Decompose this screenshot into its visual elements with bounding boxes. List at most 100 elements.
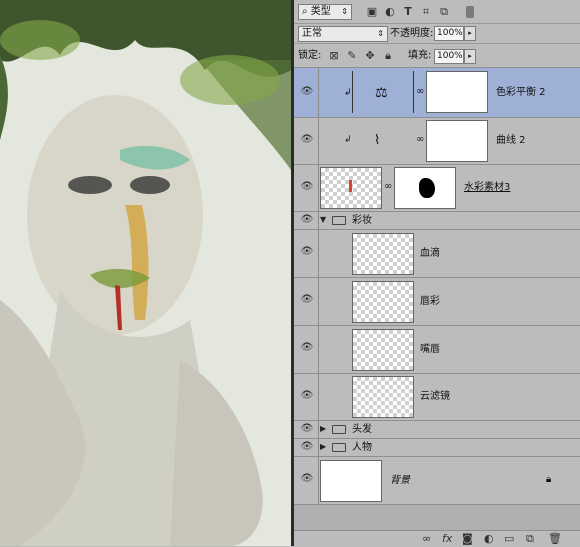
folder-icon <box>332 425 346 434</box>
layer-row-watercolor[interactable]: 👁︎ ∞ 水彩素材3 <box>294 165 580 212</box>
layer-name[interactable]: 彩妆 <box>352 215 372 227</box>
layer-row-lips[interactable]: 👁︎ 嘴唇 <box>294 326 580 374</box>
blend-mode-select[interactable]: 正常 ⇕ <box>298 26 388 42</box>
eye-icon[interactable]: 👁︎ <box>300 86 314 97</box>
divider <box>318 278 319 325</box>
layer-name[interactable]: 血滴 <box>420 248 440 260</box>
divider <box>318 374 319 420</box>
document-canvas[interactable] <box>0 0 291 546</box>
lock-label: 锁定: <box>298 50 322 61</box>
balance-icon: ⚖ <box>375 85 388 101</box>
divider <box>318 439 319 456</box>
eye-icon[interactable]: 👁︎ <box>300 342 314 353</box>
chevron-right-icon[interactable]: ▶ <box>320 442 326 451</box>
blend-mode-value: 正常 <box>302 28 322 39</box>
lock-all-icon[interactable]: 🔒︎ <box>382 50 394 62</box>
new-group-icon[interactable]: ▭ <box>504 532 514 545</box>
eye-icon[interactable]: 👁︎ <box>300 390 314 401</box>
eye-icon[interactable]: 👁︎ <box>300 214 314 225</box>
divider <box>318 118 319 164</box>
group-row-hair[interactable]: 👁︎ ▶ 头发 <box>294 421 580 439</box>
fill-label: 填充: <box>408 50 432 61</box>
folder-icon <box>332 443 346 452</box>
adjustment-thumbnail: ⚖ <box>352 71 414 113</box>
opacity-label: 不透明度: <box>390 28 434 39</box>
text-filter-icon[interactable]: T <box>402 6 414 18</box>
mask-icon[interactable]: ◙ <box>462 532 473 545</box>
layer-row-color-balance[interactable]: 👁︎ ↲ ⚖ ∞ 色彩平衡 2 <box>294 68 580 118</box>
search-icon: ⌕ <box>302 6 311 17</box>
mask-thumbnail <box>426 71 488 113</box>
layer-name[interactable]: 水彩素材3 <box>464 182 510 194</box>
clip-indicator-icon: ↲ <box>344 88 352 98</box>
curves-icon: ⌇ <box>374 133 381 148</box>
eye-icon[interactable]: 👁︎ <box>300 423 314 434</box>
layer-row-curves[interactable]: 👁︎ ↲ ⌇ ∞ 曲线 2 <box>294 118 580 165</box>
mask-shape <box>419 178 435 198</box>
chevron-down-icon[interactable]: ▼ <box>320 215 326 224</box>
image-filter-icon[interactable]: ▣ <box>366 6 378 18</box>
chevron-down-icon: ⇕ <box>341 7 348 16</box>
layer-name[interactable]: 色彩平衡 2 <box>496 87 546 99</box>
chevron-down-icon: ⇕ <box>377 29 384 38</box>
new-adjustment-icon[interactable]: ◐ <box>484 532 494 545</box>
layer-row-cloud-filter[interactable]: 👁︎ 云滤镜 <box>294 374 580 421</box>
layer-thumbnail <box>320 167 382 209</box>
artwork-image <box>0 0 291 546</box>
filter-bar: ⌕ 类型 ⇕ ▣ ◐ T ⌗ ⧉ <box>294 0 580 24</box>
fill-dropdown-button[interactable]: ▸ <box>464 49 476 64</box>
layer-name[interactable]: 唇彩 <box>420 296 440 308</box>
link-icon[interactable]: ∞ <box>416 134 424 145</box>
mask-thumbnail <box>394 167 456 209</box>
opacity-input[interactable]: 100% <box>434 26 464 41</box>
link-icon[interactable]: ∞ <box>416 86 424 97</box>
divider <box>318 165 319 211</box>
filter-type-label: 类型 <box>310 6 331 17</box>
lock-transparent-icon[interactable]: ⊠ <box>328 50 340 62</box>
layer-name[interactable]: 曲线 2 <box>496 135 526 147</box>
layer-name[interactable]: 嘴唇 <box>420 344 440 356</box>
link-icon[interactable]: ∞ <box>384 181 392 192</box>
layer-thumbnail <box>352 329 414 371</box>
layers-empty-area[interactable] <box>294 505 580 530</box>
group-row-person[interactable]: 👁︎ ▶ 人物 <box>294 439 580 457</box>
chevron-right-icon[interactable]: ▶ <box>320 424 326 433</box>
link-icon[interactable]: ∞ <box>422 532 431 545</box>
lock-brush-icon[interactable]: ✎ <box>346 50 358 62</box>
eye-icon[interactable]: 👁︎ <box>300 294 314 305</box>
eye-icon[interactable]: 👁︎ <box>300 181 314 192</box>
lock-move-icon[interactable]: ✥ <box>364 50 376 62</box>
layer-name[interactable]: 头发 <box>352 424 372 436</box>
shape-filter-icon[interactable]: ⌗ <box>420 6 432 18</box>
divider <box>318 326 319 373</box>
eye-icon[interactable]: 👁︎ <box>300 441 314 452</box>
eye-icon[interactable]: 👁︎ <box>300 473 314 484</box>
layer-name[interactable]: 云滤镜 <box>420 391 450 403</box>
eye-icon[interactable]: 👁︎ <box>300 134 314 145</box>
filter-toggle[interactable] <box>466 6 474 18</box>
layer-row-lip-gloss[interactable]: 👁︎ 唇彩 <box>294 278 580 326</box>
layer-thumbnail <box>352 233 414 275</box>
lock-icon: 🔒︎ <box>546 474 552 485</box>
adjustment-thumbnail: ⌇ <box>352 121 414 163</box>
opacity-dropdown-button[interactable]: ▸ <box>464 26 476 41</box>
smart-object-filter-icon[interactable]: ⧉ <box>438 6 450 18</box>
fill-input[interactable]: 100% <box>434 49 464 64</box>
layer-thumbnail <box>352 281 414 323</box>
new-layer-icon[interactable]: ⧉ <box>526 532 534 546</box>
eye-icon[interactable]: 👁︎ <box>300 246 314 257</box>
adjustment-filter-icon[interactable]: ◐ <box>384 6 396 18</box>
divider <box>318 68 319 117</box>
lock-bar: 锁定: ⊠ ✎ ✥ 🔒︎ 填充: 100% ▸ <box>294 44 580 68</box>
divider <box>318 212 319 229</box>
layer-name[interactable]: 人物 <box>352 442 372 454</box>
layer-row-background[interactable]: 👁︎ 背景 🔒︎ <box>294 457 580 505</box>
layer-row-blood-drop[interactable]: 👁︎ 血滴 <box>294 230 580 278</box>
filter-type-select[interactable]: ⌕ 类型 ⇕ <box>298 4 352 20</box>
trash-icon[interactable]: 🗑︎ <box>548 532 562 545</box>
layer-thumbnail <box>320 460 382 502</box>
layer-thumbnail <box>352 376 414 418</box>
fx-icon[interactable]: fx <box>442 532 452 545</box>
group-row-makeup[interactable]: 👁︎ ▼ 彩妆 <box>294 212 580 230</box>
layer-name[interactable]: 背景 <box>390 475 410 487</box>
